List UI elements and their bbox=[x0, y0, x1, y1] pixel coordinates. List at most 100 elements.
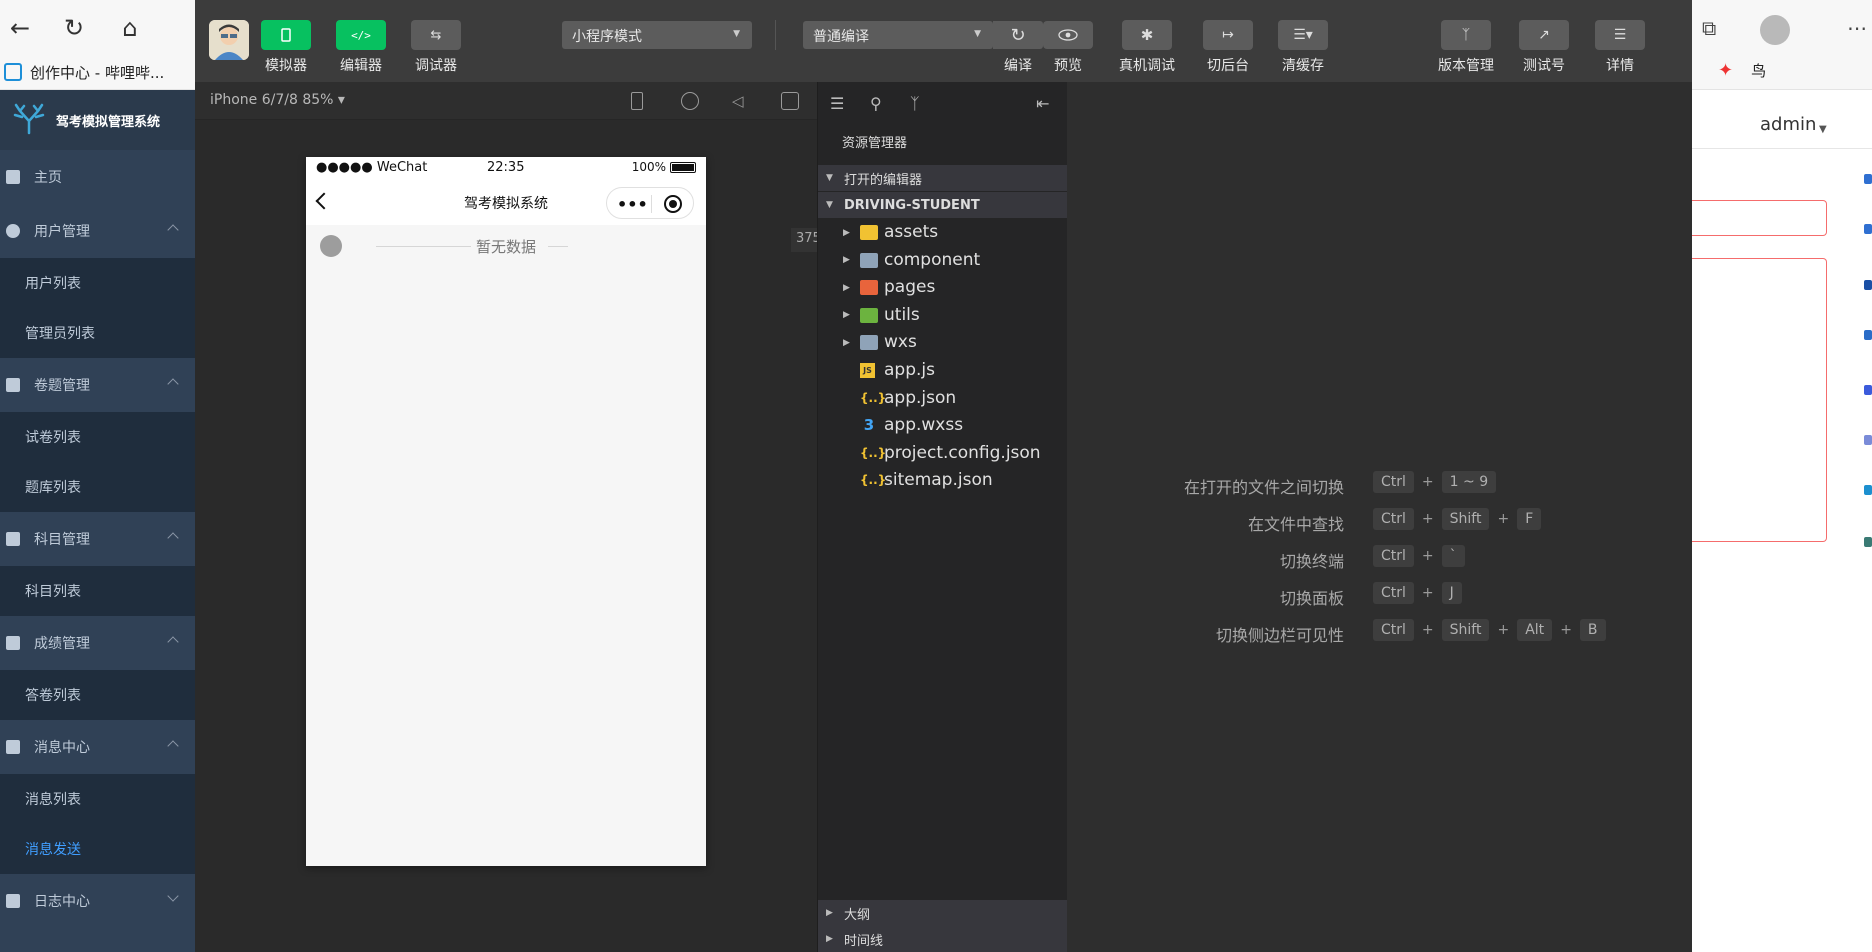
volume-icon[interactable]: ◁ bbox=[732, 92, 750, 110]
caret-down-icon: ▼ bbox=[826, 173, 833, 183]
menu-message-center[interactable]: 消息中心 bbox=[0, 720, 195, 774]
list-icon[interactable]: ☰ bbox=[830, 94, 848, 113]
edge-icon[interactable] bbox=[1864, 280, 1872, 290]
admin-username[interactable]: admin bbox=[1760, 114, 1816, 135]
editor-toggle-button[interactable]: </> bbox=[336, 20, 386, 50]
submenu-admin-list[interactable]: 管理员列表 bbox=[0, 308, 195, 358]
simulator-toggle-button[interactable] bbox=[261, 20, 311, 50]
menu-user-management[interactable]: 用户管理 bbox=[0, 204, 195, 258]
switch-icon: ↦ bbox=[1222, 27, 1234, 43]
edge-icon[interactable] bbox=[1864, 224, 1872, 234]
editor-area: 在打开的文件之间切换 Ctrl +1 ~ 9 在文件中查找 Ctrl + Shift + F 切换… bbox=[1067, 82, 1692, 952]
remote-debug-button[interactable]: ✱ bbox=[1122, 20, 1172, 50]
admin-logo: 驾考模拟管理系统 bbox=[0, 90, 195, 150]
profile-avatar[interactable] bbox=[1760, 15, 1790, 45]
home-icon[interactable]: ⌂ bbox=[114, 12, 146, 44]
tree-folder[interactable]: ▶ pages bbox=[818, 274, 1068, 301]
tree-item-name: wxs bbox=[884, 332, 917, 353]
menu-log-center[interactable]: 日志中心 bbox=[0, 874, 195, 928]
back-icon[interactable]: ← bbox=[4, 12, 36, 44]
caret-down-icon: ▼ bbox=[974, 29, 981, 39]
tree-folder[interactable]: ▶ wxs bbox=[818, 329, 1068, 356]
submenu-subject-list[interactable]: 科目列表 bbox=[0, 566, 195, 616]
edge-icon[interactable] bbox=[1864, 330, 1872, 340]
device-select[interactable]: iPhone 6/7/8 85% ▾ bbox=[210, 92, 345, 108]
close-target-icon[interactable] bbox=[664, 195, 682, 213]
tree-file[interactable]: {..} project.config.json bbox=[818, 440, 1068, 467]
more-icon[interactable]: ⋯ bbox=[1847, 16, 1867, 40]
collapse-panel-icon[interactable]: ⇤ bbox=[1036, 94, 1054, 113]
menu-subject-management[interactable]: 科目管理 bbox=[0, 512, 195, 566]
bookmark-item[interactable]: 创作中心 - 哔哩哔... bbox=[30, 62, 164, 83]
submenu-question-bank[interactable]: 题库列表 bbox=[0, 462, 195, 512]
phone-simulator[interactable]: ●●●●● WeChat 22:35 100% 驾考模拟系统 ••• 暂无数据 bbox=[306, 157, 706, 866]
phone-rotate-icon[interactable] bbox=[631, 92, 643, 110]
edge-icon[interactable] bbox=[1864, 485, 1872, 495]
record-icon[interactable] bbox=[681, 92, 699, 110]
explorer-title: 资源管理器 bbox=[842, 136, 908, 151]
tree-file[interactable]: JS app.js bbox=[818, 357, 1068, 384]
submenu-paper-list[interactable]: 试卷列表 bbox=[0, 412, 195, 462]
submenu-message-list[interactable]: 消息列表 bbox=[0, 774, 195, 824]
tree-file[interactable]: {..} sitemap.json bbox=[818, 467, 1068, 494]
detach-window-icon[interactable] bbox=[781, 92, 799, 110]
caret-down-icon[interactable]: ▼ bbox=[1819, 124, 1827, 135]
outline-section[interactable]: ▶ 大纲 bbox=[818, 900, 1068, 926]
content-textarea[interactable] bbox=[1692, 258, 1827, 542]
chevron-up-icon bbox=[167, 532, 179, 544]
tree-file[interactable]: 3 app.wxss bbox=[818, 412, 1068, 439]
key-cap: Ctrl bbox=[1373, 545, 1414, 567]
git-branch-icon[interactable]: ᛉ bbox=[910, 94, 928, 113]
preview-button[interactable] bbox=[1043, 21, 1093, 49]
folder-icon bbox=[860, 307, 878, 323]
debugger-toggle-button[interactable]: ⇆ bbox=[411, 20, 461, 50]
tree-folder[interactable]: ▶ component bbox=[818, 247, 1068, 274]
submenu-user-list[interactable]: 用户列表 bbox=[0, 258, 195, 308]
shortcut-label: 在文件中查找 bbox=[1247, 515, 1344, 534]
open-editors-section[interactable]: ▼ 打开的编辑器 bbox=[818, 165, 1068, 191]
edge-icon[interactable] bbox=[1864, 537, 1872, 547]
key-plus: + bbox=[1421, 548, 1434, 564]
submenu-message-send[interactable]: 消息发送 bbox=[0, 824, 195, 874]
key-cap: Ctrl bbox=[1373, 508, 1414, 530]
edge-icon[interactable] bbox=[1864, 385, 1872, 395]
project-section[interactable]: ▼ DRIVING-STUDENT bbox=[818, 192, 1068, 218]
mode-select[interactable]: 小程序模式 ▼ bbox=[562, 21, 752, 49]
capsule-menu[interactable]: ••• bbox=[606, 187, 694, 219]
tree-folder[interactable]: ▶ assets bbox=[818, 219, 1068, 246]
tree-file[interactable]: {..} app.json bbox=[818, 385, 1068, 412]
key-cap: 1 ~ 9 bbox=[1441, 471, 1497, 493]
status-time: 22:35 bbox=[487, 160, 525, 175]
submenu-answer-list[interactable]: 答卷列表 bbox=[0, 670, 195, 720]
version-button[interactable]: ᛉ bbox=[1441, 20, 1491, 50]
menu-score-management[interactable]: 成绩管理 bbox=[0, 616, 195, 670]
tree-item-name: pages bbox=[884, 277, 936, 298]
more-dots-icon[interactable]: ••• bbox=[617, 195, 648, 214]
folder-icon bbox=[860, 252, 878, 268]
details-button[interactable]: ☰ bbox=[1595, 20, 1645, 50]
shortcut-label: 在打开的文件之间切换 bbox=[1183, 478, 1344, 497]
tree-folder[interactable]: ▶ utils bbox=[818, 302, 1068, 329]
clear-cache-button[interactable]: ☰▾ bbox=[1278, 20, 1328, 50]
test-account-button[interactable]: ↗ bbox=[1519, 20, 1569, 50]
right-bookmark-item[interactable]: 鸟 bbox=[1751, 60, 1766, 81]
book-icon bbox=[6, 532, 20, 546]
compile-mode-select[interactable]: 普通编译 ▼ bbox=[803, 21, 993, 49]
layers-icon: ☰▾ bbox=[1293, 27, 1313, 43]
json-file-icon: {..} bbox=[860, 473, 887, 488]
folder-icon bbox=[860, 335, 878, 351]
collections-icon[interactable]: ⧉ bbox=[1702, 16, 1716, 40]
background-button[interactable]: ↦ bbox=[1203, 20, 1253, 50]
search-icon[interactable]: ⚲ bbox=[870, 94, 888, 113]
bookmark-icon bbox=[4, 63, 22, 81]
developer-avatar[interactable] bbox=[209, 20, 249, 60]
compile-button[interactable]: ↻ bbox=[993, 21, 1043, 49]
refresh-icon[interactable]: ↻ bbox=[58, 12, 90, 44]
key-cap: J bbox=[1441, 582, 1462, 604]
edge-icon[interactable] bbox=[1864, 174, 1872, 184]
menu-home[interactable]: 主页 bbox=[0, 150, 195, 204]
title-input[interactable] bbox=[1692, 200, 1827, 236]
edge-icon[interactable] bbox=[1864, 435, 1872, 445]
timeline-section[interactable]: ▶ 时间线 bbox=[818, 926, 1068, 952]
menu-exam-management[interactable]: 卷题管理 bbox=[0, 358, 195, 412]
